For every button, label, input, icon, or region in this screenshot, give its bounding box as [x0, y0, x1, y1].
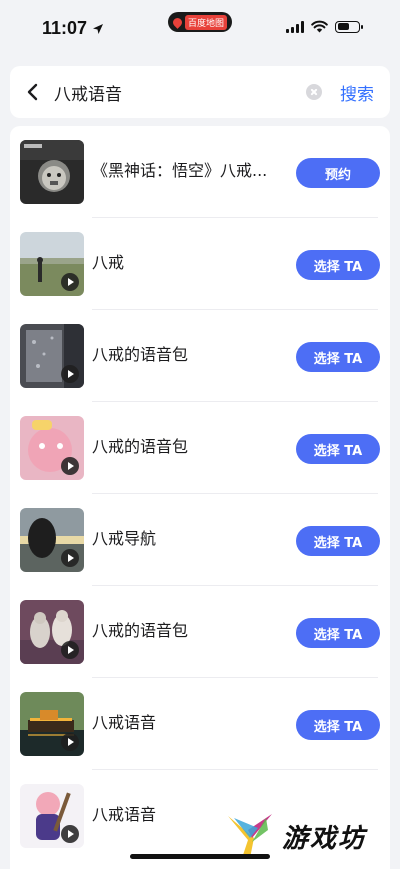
play-icon[interactable] [61, 825, 79, 843]
results-list: 《黑神话：悟空》八戒... 预约 八戒 选择 TA 八戒的语音包 选择 TA 八… [10, 126, 390, 869]
app-indicator-pill[interactable]: 百度地图 [168, 12, 232, 32]
back-button[interactable] [10, 66, 54, 118]
thumbnail-image [20, 508, 84, 572]
play-icon[interactable] [61, 733, 79, 751]
list-item[interactable]: 八戒的语音包 选择 TA [10, 310, 390, 402]
select-button[interactable]: 选择 TA [296, 526, 380, 556]
item-title: 八戒的语音包 [92, 437, 189, 456]
list-item[interactable]: 八戒 选择 TA [10, 218, 390, 310]
cellular-signal-icon [286, 20, 304, 33]
list-item[interactable]: 《黑神话：悟空》八戒... 预约 [10, 126, 390, 218]
play-icon[interactable] [61, 273, 79, 291]
search-input[interactable] [54, 66, 306, 118]
black-myth-poster-image [20, 140, 84, 204]
item-title: 八戒语音 [92, 713, 157, 732]
list-item[interactable]: 八戒语音 选择 TA [10, 678, 390, 770]
home-indicator[interactable] [130, 854, 270, 859]
item-title: 八戒导航 [92, 529, 157, 548]
wifi-icon [311, 20, 328, 33]
item-title: 八戒的语音包 [92, 345, 189, 364]
thumbnail-image [20, 140, 84, 204]
status-bar: 11:07 百度地图 [0, 0, 400, 60]
thumbnail-image [20, 692, 84, 756]
thumbnail-image [20, 324, 84, 388]
search-button[interactable]: 搜索 [340, 80, 374, 105]
status-time: 11:07 [42, 18, 104, 39]
list-item[interactable]: 八戒的语音包 选择 TA [10, 586, 390, 678]
play-icon[interactable] [61, 549, 79, 567]
app-pill-label: 百度地图 [184, 14, 227, 30]
map-pin-icon [171, 15, 184, 29]
status-icons [286, 20, 363, 33]
select-button[interactable]: 选择 TA [296, 342, 380, 372]
select-button[interactable]: 选择 TA [296, 250, 380, 280]
select-button[interactable]: 选择 TA [296, 434, 380, 464]
play-icon[interactable] [61, 641, 79, 659]
item-title: 《黑神话：悟空》八戒... [92, 161, 268, 180]
thumbnail-image [20, 232, 84, 296]
item-title: 八戒的语音包 [92, 621, 189, 640]
thumbnail-image [20, 600, 84, 664]
play-icon[interactable] [61, 457, 79, 475]
chevron-left-icon [27, 83, 38, 101]
battery-icon [335, 20, 363, 33]
select-button[interactable]: 选择 TA [296, 618, 380, 648]
reserve-button[interactable]: 预约 [296, 158, 380, 188]
thumbnail-image [20, 416, 84, 480]
play-icon[interactable] [61, 365, 79, 383]
list-item[interactable]: 八戒导航 选择 TA [10, 494, 390, 586]
search-bar: 搜索 [10, 66, 390, 118]
list-item[interactable]: 八戒的语音包 选择 TA [10, 402, 390, 494]
clear-search-icon[interactable] [306, 84, 322, 100]
item-title: 八戒 [92, 253, 125, 272]
thumbnail-image [20, 784, 84, 848]
watermark-text: 游戏坊 [282, 823, 367, 854]
status-time-text: 11:07 [42, 18, 88, 38]
select-button[interactable]: 选择 TA [296, 710, 380, 740]
location-arrow-icon [93, 23, 104, 34]
